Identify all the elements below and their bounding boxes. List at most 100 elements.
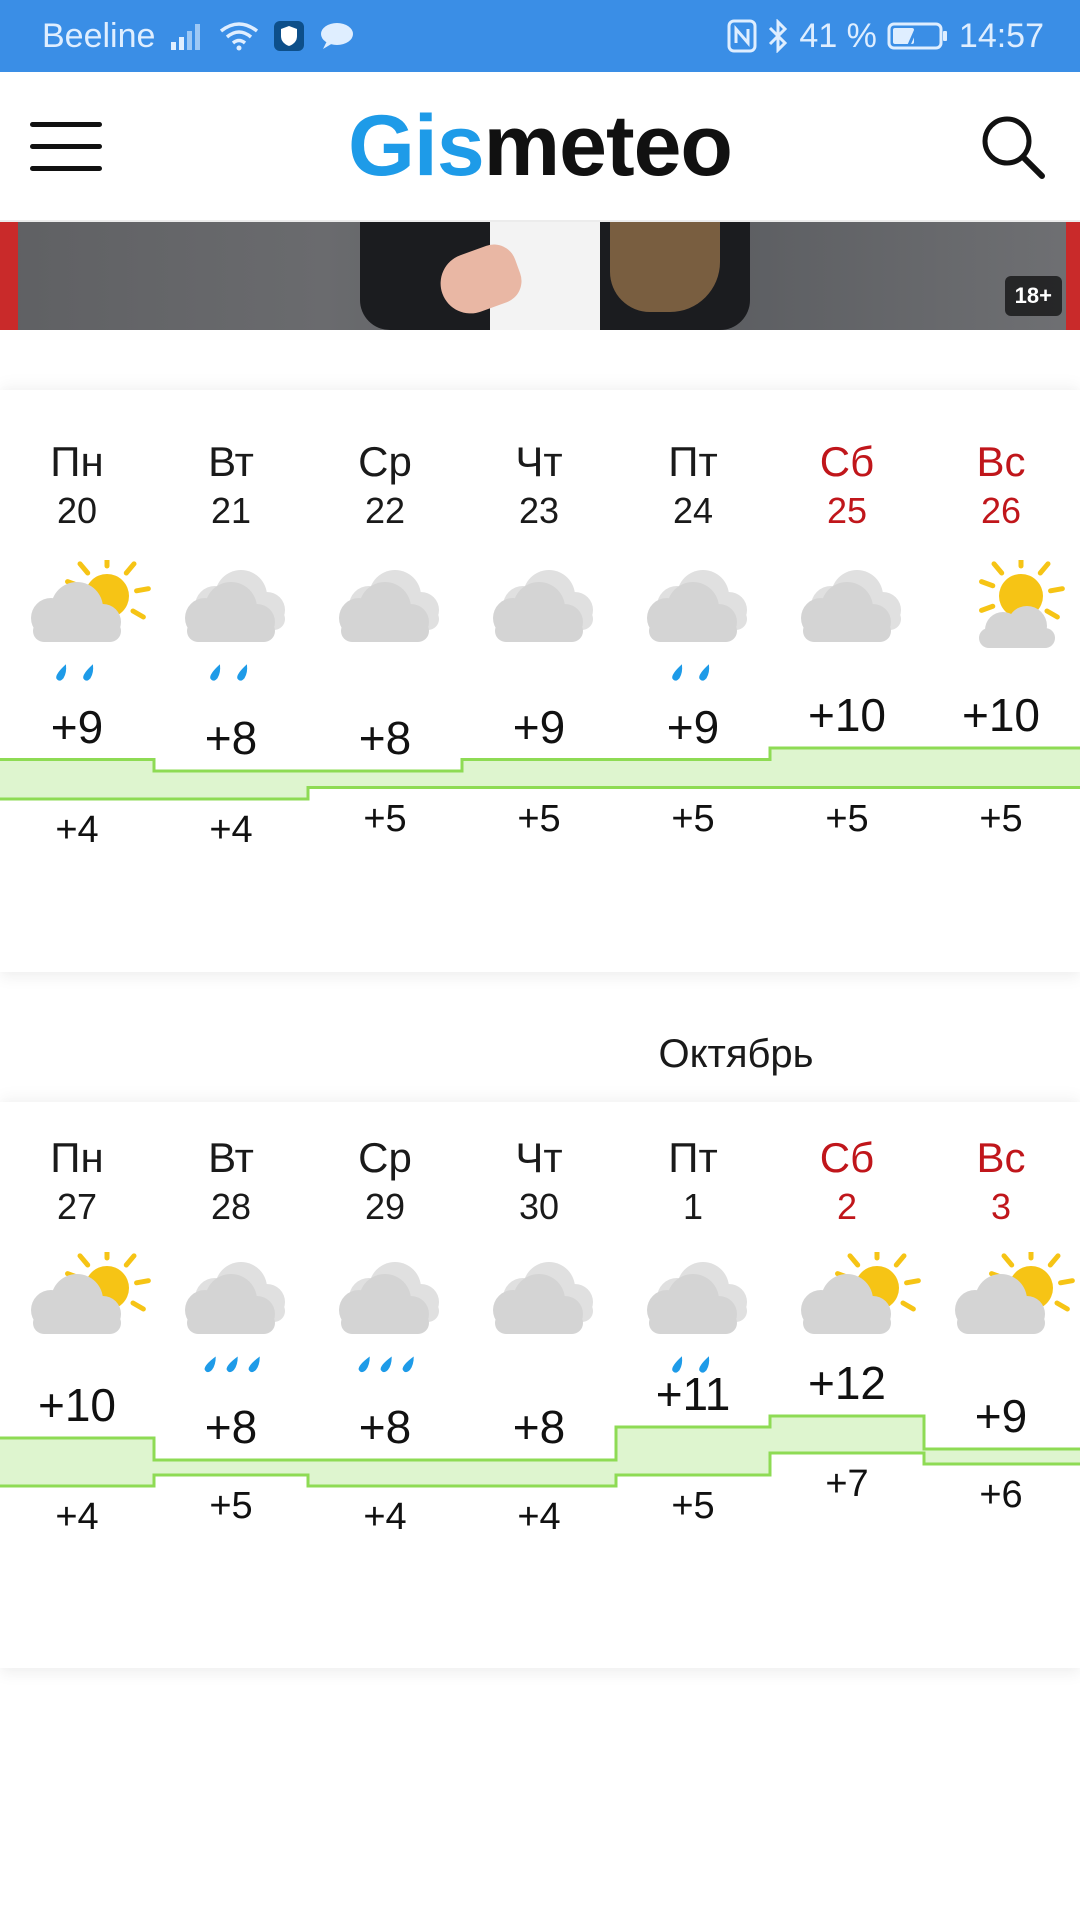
partly-cloudy-icon — [924, 1243, 1078, 1382]
day-column-header[interactable]: Пт 24 — [616, 438, 770, 532]
day-column-header[interactable]: Вт 28 — [154, 1134, 308, 1228]
day-column-header[interactable]: Пт 1 — [616, 1134, 770, 1228]
battery-percent: 41 % — [799, 16, 877, 55]
min-temperature: +5 — [671, 797, 715, 840]
max-temperature: +8 — [204, 1401, 258, 1453]
cloudy-rain-icon — [616, 1252, 770, 1382]
max-temperature: +10 — [807, 689, 887, 741]
min-temperature: +5 — [363, 797, 407, 840]
menu-icon-bar — [30, 166, 102, 171]
day-column-header[interactable]: Пн 20 — [0, 438, 154, 532]
day-number: 30 — [518, 1186, 560, 1227]
max-temperature: +9 — [50, 700, 104, 753]
day-number: 3 — [990, 1186, 1012, 1227]
day-column-header[interactable]: Ср 22 — [308, 438, 462, 532]
sun-behind-cloud-icon — [924, 551, 1078, 690]
max-temperature: +10 — [961, 689, 1041, 741]
ad-border-right — [1066, 222, 1080, 330]
min-temperature: +5 — [209, 1485, 253, 1527]
week-forecast-card-2: Пн 27 +10 +4 Вт 28 +8 +5 Ср 29 +8 +4 Чт 30 +8 +4 Пт 1 — [0, 1102, 1080, 1668]
max-temperature: +8 — [358, 1401, 412, 1453]
day-number: 27 — [56, 1186, 98, 1227]
day-name: Вс — [976, 1134, 1026, 1181]
max-temperature: +8 — [204, 712, 258, 764]
cloudy-icon — [308, 560, 462, 690]
cloudy-rain-icon — [616, 560, 770, 690]
day-column-header[interactable]: Сб 2 — [770, 1134, 924, 1228]
day-name: Пт — [668, 1134, 718, 1181]
cloudy-heavy-rain-icon — [308, 1252, 462, 1382]
min-temperature: +5 — [979, 797, 1023, 840]
week-forecast-card-1: Пн 20 +9 +4 Вт 21 +8 +4 Ср 22 +8 +5 Чт 23 +9 +5 Пт 24 — [0, 390, 1080, 972]
ad-border-left — [0, 222, 18, 330]
signal-icon — [169, 22, 205, 50]
day-column-header[interactable]: Вс 26 — [924, 438, 1078, 532]
day-column-header[interactable]: Ср 29 — [308, 1134, 462, 1228]
day-number: 24 — [672, 490, 714, 531]
day-name: Сб — [819, 438, 875, 485]
age-rating-badge: 18+ — [1004, 276, 1062, 316]
day-column-header[interactable]: Вс 3 — [924, 1134, 1078, 1228]
min-temperature: +5 — [671, 1485, 715, 1527]
menu-icon-bar — [30, 144, 102, 149]
status-bar: Beeline 41 % 14:57 — [0, 0, 1080, 72]
min-temperature: +5 — [825, 797, 869, 840]
min-temperature: +4 — [209, 809, 253, 851]
app-header: Gismeteo — [0, 72, 1080, 222]
day-number: 23 — [518, 490, 560, 531]
max-temperature: +12 — [807, 1357, 887, 1409]
message-icon — [319, 21, 355, 51]
max-temperature: +11 — [655, 1368, 731, 1420]
day-number: 20 — [56, 490, 98, 531]
min-temperature: +6 — [979, 1474, 1023, 1516]
day-number: 29 — [364, 1186, 406, 1227]
min-temperature: +7 — [825, 1463, 869, 1505]
day-number: 26 — [980, 490, 1022, 531]
partly-cloudy-rain-icon — [0, 551, 154, 690]
ad-image-hair — [610, 222, 720, 312]
gismeteo-logo[interactable]: Gismeteo — [348, 97, 733, 196]
search-icon — [982, 116, 1045, 179]
day-name: Ср — [358, 438, 412, 485]
bluetooth-icon — [767, 19, 789, 53]
max-temperature: +9 — [512, 700, 566, 753]
day-column-header[interactable]: Пн 27 — [0, 1134, 154, 1228]
month-label: Октябрь — [658, 1032, 814, 1076]
ad-banner[interactable]: 18+ — [0, 222, 1080, 330]
day-column-header[interactable]: Чт 30 — [462, 1134, 616, 1228]
day-name: Пт — [668, 438, 718, 485]
logo-gis: Gis — [348, 97, 485, 194]
menu-button[interactable] — [30, 122, 102, 172]
logo-meteo: meteo — [483, 97, 733, 194]
day-column-header[interactable]: Сб 25 — [770, 438, 924, 532]
carrier-label: Beeline — [42, 16, 156, 55]
shield-app-icon — [273, 20, 305, 52]
menu-icon-bar — [30, 122, 102, 127]
day-name: Вт — [208, 1134, 254, 1181]
min-temperature: +4 — [517, 1496, 561, 1538]
day-number: 21 — [210, 490, 252, 531]
day-name: Вт — [208, 438, 254, 485]
cloudy-heavy-rain-icon — [154, 1252, 308, 1382]
day-column-header[interactable]: Чт 23 — [462, 438, 616, 532]
cloudy-icon — [462, 560, 616, 690]
search-button[interactable] — [978, 112, 1048, 182]
cloudy-rain-icon — [154, 560, 308, 690]
battery-icon — [887, 21, 949, 51]
day-number: 25 — [826, 490, 868, 531]
clock: 14:57 — [958, 16, 1044, 55]
day-number: 2 — [836, 1186, 858, 1227]
max-temperature: +9 — [974, 1390, 1028, 1442]
min-temperature: +5 — [517, 797, 561, 840]
day-name: Чт — [515, 438, 563, 485]
max-temperature: +10 — [37, 1379, 117, 1431]
min-temperature: +4 — [363, 1496, 407, 1538]
min-temperature: +4 — [55, 1496, 99, 1538]
day-name: Ср — [358, 1134, 412, 1181]
day-name: Чт — [515, 1134, 563, 1181]
day-column-header[interactable]: Вт 21 — [154, 438, 308, 532]
cloudy-icon — [770, 560, 924, 690]
day-number: 22 — [364, 490, 406, 531]
day-name: Сб — [819, 1134, 875, 1181]
day-name: Вс — [976, 438, 1026, 485]
